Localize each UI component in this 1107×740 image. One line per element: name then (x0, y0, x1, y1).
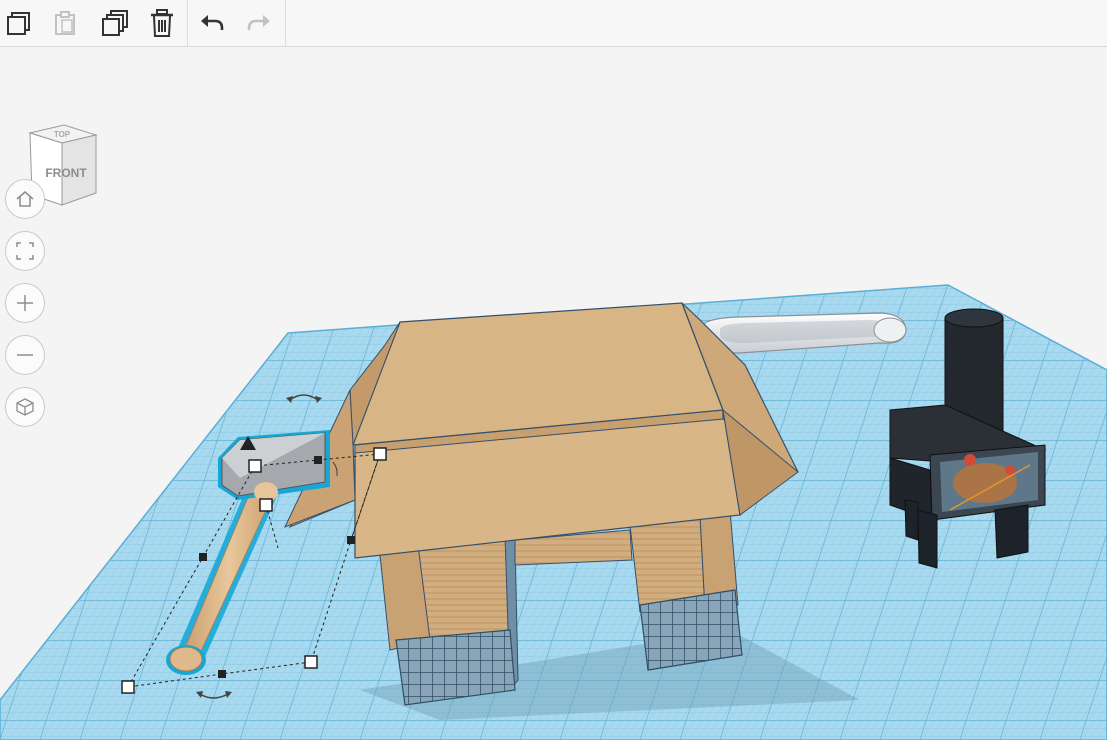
resize-handle[interactable] (121, 680, 135, 694)
duplicate-button[interactable] (96, 4, 134, 42)
home-view-button[interactable] (5, 179, 45, 219)
resize-handle[interactable] (373, 447, 387, 461)
home-icon (16, 191, 34, 207)
workplane-viewport[interactable]: TOP FRONT (0, 47, 1107, 740)
resize-handle[interactable] (304, 655, 318, 669)
undo-button[interactable] (193, 4, 231, 42)
history-tools-group (187, 0, 286, 46)
zoom-in-button[interactable] (5, 283, 45, 323)
resize-handle[interactable] (199, 553, 207, 561)
copy-icon (7, 12, 30, 35)
resize-handle[interactable] (347, 536, 355, 544)
resize-handle[interactable] (248, 459, 262, 473)
projection-button[interactable] (5, 387, 45, 427)
cube-icon (16, 398, 34, 416)
view-cube-top-label: TOP (54, 130, 71, 139)
fit-all-button[interactable] (5, 231, 45, 271)
redo-button[interactable] (240, 4, 278, 42)
fit-icon (16, 242, 34, 260)
paste-button[interactable] (46, 4, 84, 42)
plus-icon (17, 295, 33, 311)
copy-button[interactable] (0, 4, 38, 42)
edit-tools-group (0, 0, 188, 46)
undo-icon (201, 15, 224, 30)
redo-icon (247, 15, 270, 30)
resize-handle[interactable] (259, 498, 273, 512)
zoom-out-button[interactable] (5, 335, 45, 375)
trash-icon (151, 9, 173, 37)
paste-icon (55, 11, 75, 35)
resize-handle[interactable] (314, 456, 322, 464)
minus-icon (17, 354, 33, 356)
delete-button[interactable] (143, 4, 181, 42)
resize-handle[interactable] (218, 670, 226, 678)
scene-canvas[interactable] (0, 47, 1107, 740)
duplicate-icon (102, 10, 128, 36)
toolbar (0, 0, 1107, 47)
view-cube-front-label: FRONT (45, 166, 87, 180)
